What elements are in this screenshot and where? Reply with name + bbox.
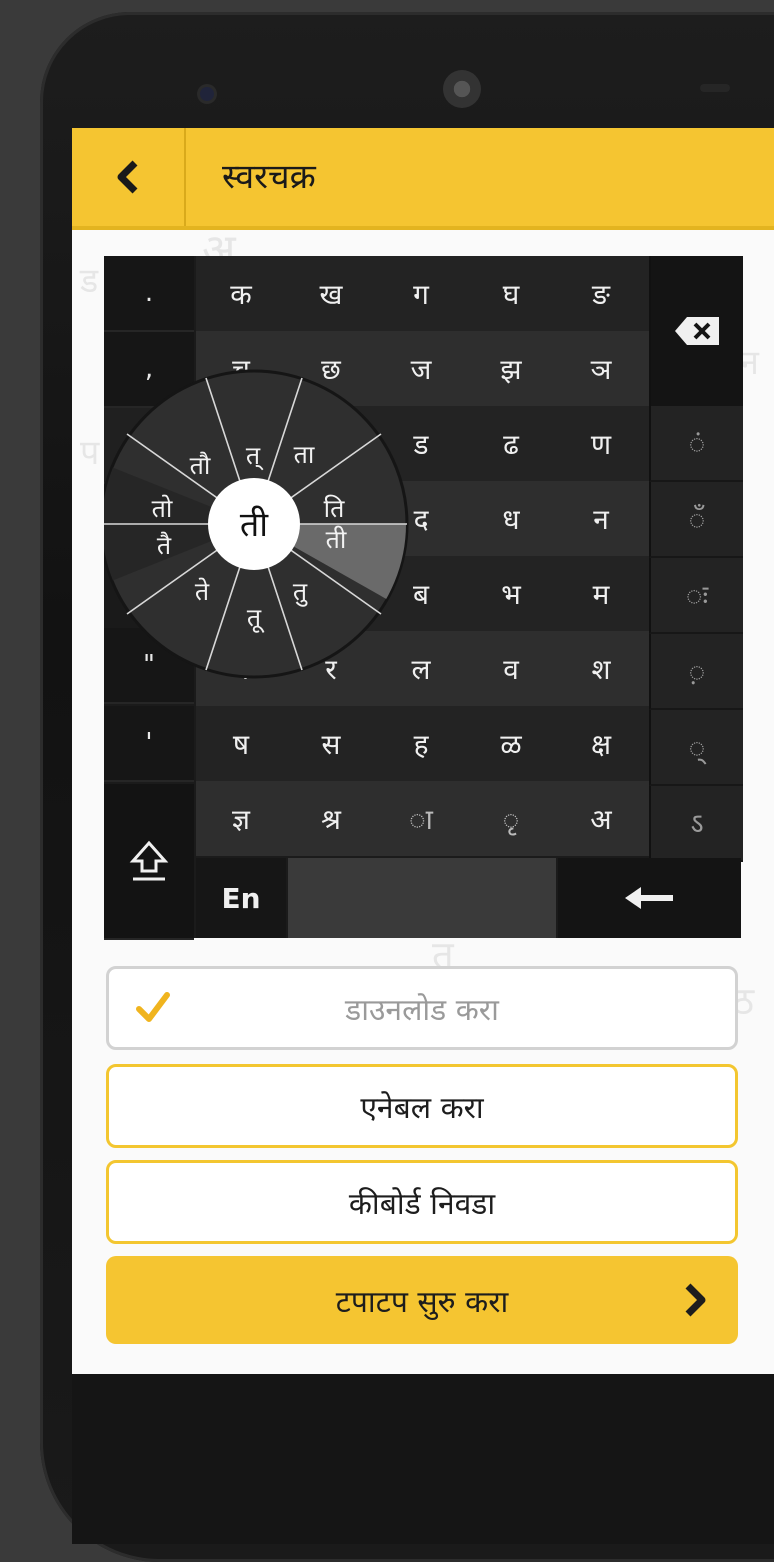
earpiece-speaker	[443, 70, 481, 108]
letter-key[interactable]: ण	[556, 406, 646, 481]
download-button[interactable]: डाउनलोड करा	[106, 966, 738, 1050]
wheel-option[interactable]: तो	[152, 494, 173, 523]
background-letter: प	[80, 433, 100, 473]
proximity-sensor	[700, 84, 730, 92]
matra-key[interactable]: ः	[649, 558, 743, 634]
letter-key[interactable]: अ	[556, 781, 646, 856]
wheel-option[interactable]: ती	[326, 525, 347, 554]
letter-key[interactable]: श्र	[286, 781, 376, 856]
letter-key[interactable]: ख	[286, 256, 376, 331]
checkmark-icon	[136, 992, 170, 1022]
wheel-option[interactable]: तु	[293, 577, 308, 607]
shift-icon	[129, 840, 169, 881]
matra-column: ं ँ ः ़ ् ऽ	[649, 256, 743, 938]
enable-button-label: एनेबल करा	[360, 1090, 484, 1126]
letter-key[interactable]: व	[466, 631, 556, 706]
letter-key[interactable]: ग	[376, 256, 466, 331]
backspace-key[interactable]	[649, 256, 743, 408]
matra-key[interactable]: ऽ	[649, 786, 743, 862]
keyboard-preview: . , " ' क ख ग घ ङ च छ ज झ ञ ड ढ ण द ध न …	[104, 256, 743, 940]
spacebar[interactable]	[288, 858, 556, 938]
letter-key[interactable]: घ	[466, 256, 556, 331]
backspace-icon	[675, 317, 719, 345]
choose-keyboard-button-label: कीबोर्ड निवडा	[348, 1186, 496, 1222]
page-title: स्वरचक्र	[222, 157, 316, 197]
letter-key[interactable]: झ	[466, 331, 556, 406]
matra-key[interactable]: ं	[649, 406, 743, 482]
wheel-option[interactable]: ता	[294, 440, 315, 469]
choose-keyboard-button[interactable]: कीबोर्ड निवडा	[106, 1160, 738, 1244]
letter-key[interactable]: ध	[466, 481, 556, 556]
background-letter: ड	[80, 261, 99, 301]
punctuation-key[interactable]: .	[104, 256, 194, 332]
shift-key[interactable]	[104, 784, 194, 940]
phone-bottom-bezel	[72, 1374, 774, 1544]
letter-key[interactable]: म	[556, 556, 646, 631]
vowel-wheel[interactable]: त् ता ति ती तु तू ते तै तो तौ ती	[104, 364, 414, 684]
wheel-option[interactable]: ति	[324, 494, 345, 523]
enable-button[interactable]: एनेबल करा	[106, 1064, 738, 1148]
chevron-right-icon	[685, 1283, 706, 1317]
download-button-label: डाउनलोड करा	[345, 992, 499, 1028]
language-switch-key[interactable]: En	[196, 858, 286, 938]
matra-key[interactable]: ़	[649, 634, 743, 710]
back-arrow-icon	[117, 160, 138, 194]
letter-key[interactable]: न	[556, 481, 646, 556]
letter-key[interactable]: भ	[466, 556, 556, 631]
letter-key[interactable]: ह	[376, 706, 466, 781]
letter-key[interactable]: ष	[196, 706, 286, 781]
matra-key[interactable]: ँ	[649, 482, 743, 558]
back-button[interactable]	[72, 128, 186, 226]
letter-key[interactable]: ङ	[556, 256, 646, 331]
wheel-center-label: ती	[240, 505, 269, 545]
letter-key[interactable]: ढ	[466, 406, 556, 481]
keyboard-bottom-row: En	[196, 858, 741, 938]
matra-key[interactable]: ्	[649, 710, 743, 786]
punctuation-key[interactable]: '	[104, 706, 194, 782]
start-typing-button[interactable]: टपाटप सुरु करा	[106, 1256, 738, 1344]
wheel-option[interactable]: तौ	[190, 451, 211, 480]
start-typing-button-label: टपाटप सुरु करा	[335, 1284, 509, 1320]
letter-key[interactable]: ळ	[466, 706, 556, 781]
app-bar: स्वरचक्र	[72, 128, 774, 230]
letter-key[interactable]: ज्ञ	[196, 781, 286, 856]
letter-key[interactable]: ा	[376, 781, 466, 856]
letter-key[interactable]: क	[196, 256, 286, 331]
wheel-option[interactable]: ते	[195, 577, 210, 606]
letter-key[interactable]: ञ	[556, 331, 646, 406]
app-screen: अ ड प न त ठ स्वरचक्र . , " ' क ख ग घ ङ च…	[72, 128, 774, 1374]
letter-key[interactable]: स	[286, 706, 376, 781]
letter-key[interactable]: क्ष	[556, 706, 646, 781]
wheel-option[interactable]: तै	[157, 531, 172, 560]
front-camera-icon	[200, 87, 214, 101]
enter-icon	[624, 887, 673, 909]
letter-key[interactable]: श	[556, 631, 646, 706]
letter-key[interactable]: ृ	[466, 781, 556, 856]
enter-key[interactable]	[558, 858, 741, 938]
